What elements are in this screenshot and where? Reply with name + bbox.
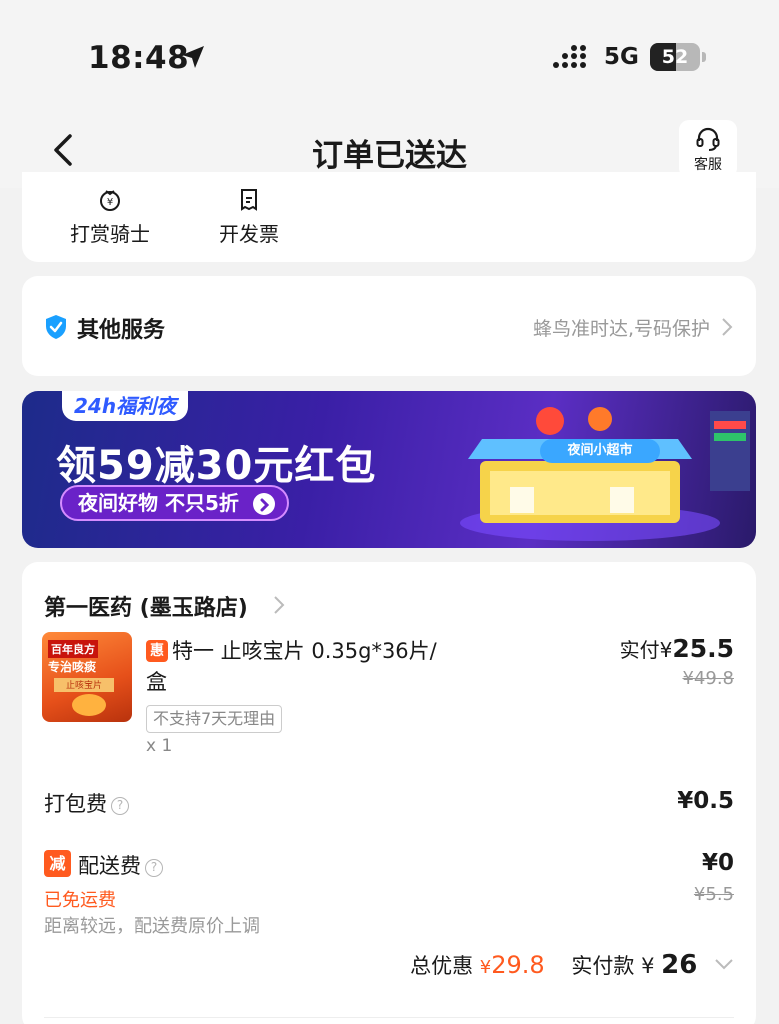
signal-icon [553, 45, 586, 68]
location-arrow-icon [182, 46, 204, 68]
yen-bag-icon: ¥ [100, 190, 120, 211]
delivery-fee-original: ¥5.5 [693, 884, 734, 905]
tip-rider-button[interactable]: ¥ 打赏骑士 [70, 184, 150, 247]
actions-card: ¥ 打赏骑士 开发票 [22, 172, 756, 262]
chevron-down-icon[interactable] [714, 958, 734, 970]
discount-badge: 惠 [146, 640, 168, 662]
other-services-row[interactable]: 其他服务 蜂鸟准时达,号码保护 [22, 276, 756, 376]
delivery-fee-note: 距离较远，配送费原价上调 [44, 916, 260, 937]
divider [44, 1017, 734, 1018]
network-type: 5G [604, 44, 639, 70]
invoice-button[interactable]: 开发票 [219, 184, 279, 247]
product-name[interactable]: 特一 止咳宝片 0.35g*36片/盒 [146, 636, 456, 698]
product-quantity: x 1 [146, 736, 173, 756]
product-thumbnail[interactable]: 百年良方 专治咳痰 止咳宝片 [42, 632, 132, 722]
other-services-title: 其他服务 [77, 318, 166, 343]
store-sign: 夜间小超市 [540, 439, 660, 463]
order-totals[interactable]: 总优惠 ¥29.8 实付款 ¥ 26 [410, 950, 734, 980]
chevron-right-icon[interactable] [272, 594, 286, 616]
total-discount-label: 总优惠 [410, 954, 474, 978]
battery-icon: 52 [650, 43, 706, 71]
reduction-badge: 减 [44, 850, 71, 877]
shop-name[interactable]: 第一医药 (墨玉路店) [44, 590, 248, 622]
promo-banner[interactable]: 24h福利夜 领59减30元红包 夜间好物 不只5折 夜间小超市 [22, 391, 756, 548]
no-return-tag: 不支持7天无理由 [146, 705, 283, 733]
svg-text:¥: ¥ [107, 197, 113, 208]
help-icon[interactable]: ? [111, 797, 129, 815]
store-illustration: 夜间小超市 [440, 391, 756, 548]
chevron-right-icon [722, 318, 733, 336]
shield-icon [46, 315, 66, 339]
total-paid-amount: 26 [661, 950, 698, 980]
total-paid-label: 实付款 [571, 954, 635, 978]
banner-tag: 24h福利夜 [62, 391, 189, 421]
free-shipping-text: 已免运费 [44, 890, 116, 911]
order-card: 第一医药 (墨玉路店) 百年良方 专治咳痰 止咳宝片 特一 止咳宝片 0.35g… [22, 562, 756, 1024]
status-bar: 18:48 5G 52 [0, 0, 779, 110]
receipt-icon [241, 189, 257, 211]
help-icon[interactable]: ? [145, 859, 163, 877]
customer-service-label: 客服 [694, 157, 722, 173]
delivery-fee-value: ¥0 [701, 850, 734, 876]
product-paid-price: 实付¥25.5 [620, 634, 734, 663]
tip-rider-label: 打赏骑士 [70, 222, 150, 246]
headset-icon [696, 127, 720, 151]
paid-amount: 25.5 [672, 634, 734, 663]
battery-level: 52 [661, 46, 689, 68]
customer-service-button[interactable]: 客服 [679, 120, 737, 178]
original-price: ¥49.8 [682, 668, 734, 689]
paid-label: 实付¥ [619, 638, 673, 662]
banner-cta-button[interactable]: 夜间好物 不只5折 [60, 485, 289, 521]
page-title: 订单已送达 [312, 138, 467, 174]
arrow-right-icon [252, 493, 275, 515]
delivery-fee-label: 配送费? [78, 850, 163, 880]
total-discount-amount: 29.8 [491, 951, 545, 979]
banner-cta-label: 夜间好物 不只5折 [78, 491, 239, 515]
banner-headline: 领59减30元红包 [56, 443, 377, 489]
status-time: 18:48 [88, 40, 190, 76]
invoice-label: 开发票 [219, 222, 279, 246]
packing-fee-value: ¥0.5 [677, 788, 734, 814]
other-services-detail: 蜂鸟准时达,号码保护 [532, 318, 710, 340]
packing-fee-label: 打包费? [44, 788, 129, 818]
